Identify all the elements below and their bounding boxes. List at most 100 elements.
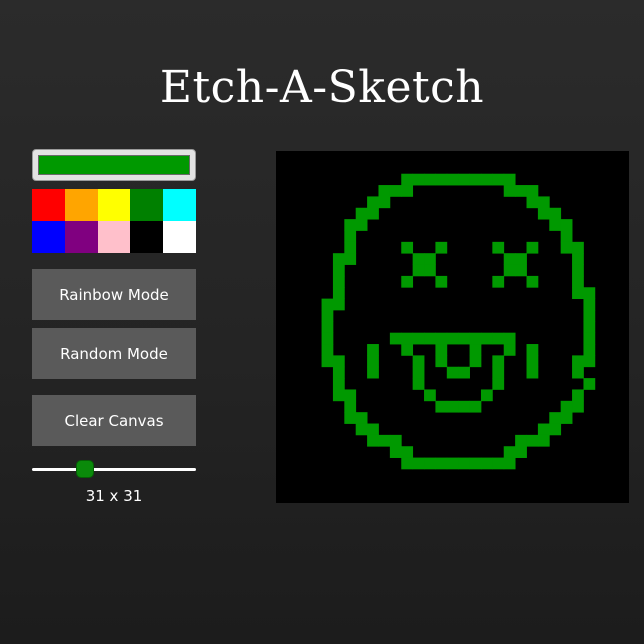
- painted-cell[interactable]: [367, 207, 379, 220]
- painted-cell[interactable]: [572, 400, 584, 413]
- painted-cell[interactable]: [446, 457, 459, 470]
- painted-cell[interactable]: [549, 423, 562, 436]
- painted-cell[interactable]: [435, 173, 448, 186]
- rainbow-mode-button[interactable]: Rainbow Mode: [32, 269, 196, 320]
- painted-cell[interactable]: [446, 366, 459, 379]
- painted-cell[interactable]: [583, 378, 596, 390]
- painted-cell[interactable]: [424, 253, 436, 265]
- painted-cell[interactable]: [526, 275, 539, 288]
- painted-cell[interactable]: [435, 344, 448, 356]
- painted-cell[interactable]: [458, 173, 470, 186]
- painted-cell[interactable]: [583, 344, 596, 356]
- painted-cell[interactable]: [515, 446, 527, 458]
- painted-cell[interactable]: [469, 355, 482, 368]
- grid-size-slider[interactable]: [32, 459, 196, 479]
- painted-cell[interactable]: [424, 173, 436, 186]
- palette-color-black[interactable]: [130, 221, 164, 253]
- painted-cell[interactable]: [446, 173, 459, 186]
- palette-color-orange[interactable]: [64, 189, 98, 221]
- painted-cell[interactable]: [458, 332, 470, 345]
- painted-cell[interactable]: [367, 196, 379, 209]
- painted-cell[interactable]: [367, 434, 379, 447]
- painted-cell[interactable]: [401, 185, 414, 197]
- painted-cell[interactable]: [526, 434, 539, 447]
- painted-cell[interactable]: [572, 241, 584, 254]
- painted-cell[interactable]: [503, 264, 516, 277]
- painted-cell[interactable]: [344, 253, 357, 265]
- painted-cell[interactable]: [503, 173, 516, 186]
- painted-cell[interactable]: [560, 241, 573, 254]
- painted-cell[interactable]: [492, 241, 505, 254]
- painted-cell[interactable]: [367, 344, 379, 356]
- painted-cell[interactable]: [321, 355, 334, 368]
- painted-cell[interactable]: [424, 264, 436, 277]
- painted-cell[interactable]: [332, 366, 345, 379]
- painted-cell[interactable]: [503, 332, 516, 345]
- painted-cell[interactable]: [332, 264, 345, 277]
- painted-cell[interactable]: [401, 446, 414, 458]
- painted-cell[interactable]: [446, 400, 459, 413]
- painted-cell[interactable]: [435, 400, 448, 413]
- painted-cell[interactable]: [355, 207, 368, 220]
- palette-color-green[interactable]: [130, 189, 164, 221]
- painted-cell[interactable]: [526, 344, 539, 356]
- painted-cell[interactable]: [401, 332, 414, 345]
- painted-cell[interactable]: [503, 446, 516, 458]
- painted-cell[interactable]: [321, 309, 334, 322]
- painted-cell[interactable]: [332, 275, 345, 288]
- painted-cell[interactable]: [435, 275, 448, 288]
- painted-cell[interactable]: [469, 400, 482, 413]
- painted-cell[interactable]: [332, 287, 345, 300]
- painted-cell[interactable]: [321, 332, 334, 345]
- painted-cell[interactable]: [355, 219, 368, 231]
- painted-cell[interactable]: [503, 457, 516, 470]
- painted-cell[interactable]: [526, 196, 539, 209]
- painted-cell[interactable]: [412, 378, 425, 390]
- painted-cell[interactable]: [389, 446, 402, 458]
- painted-cell[interactable]: [526, 355, 539, 368]
- painted-cell[interactable]: [321, 344, 334, 356]
- painted-cell[interactable]: [389, 185, 402, 197]
- painted-cell[interactable]: [401, 173, 414, 186]
- painted-cell[interactable]: [321, 298, 334, 311]
- painted-cell[interactable]: [583, 332, 596, 345]
- painted-cell[interactable]: [492, 332, 505, 345]
- painted-cell[interactable]: [537, 423, 550, 436]
- painted-cell[interactable]: [412, 264, 425, 277]
- painted-cell[interactable]: [469, 332, 482, 345]
- slider-thumb[interactable]: [76, 460, 95, 478]
- painted-cell[interactable]: [367, 355, 379, 368]
- painted-cell[interactable]: [492, 378, 505, 390]
- painted-cell[interactable]: [583, 287, 596, 300]
- painted-cell[interactable]: [412, 366, 425, 379]
- painted-cell[interactable]: [446, 332, 459, 345]
- painted-cell[interactable]: [332, 378, 345, 390]
- painted-cell[interactable]: [367, 366, 379, 379]
- painted-cell[interactable]: [572, 253, 584, 265]
- painted-cell[interactable]: [583, 309, 596, 322]
- random-mode-button[interactable]: Random Mode: [32, 328, 196, 379]
- sketch-canvas[interactable]: [276, 151, 629, 503]
- palette-color-yellow[interactable]: [97, 189, 131, 221]
- painted-cell[interactable]: [344, 389, 357, 402]
- painted-cell[interactable]: [412, 457, 425, 470]
- painted-cell[interactable]: [469, 173, 482, 186]
- painted-cell[interactable]: [332, 355, 345, 368]
- painted-cell[interactable]: [332, 298, 345, 311]
- painted-cell[interactable]: [412, 332, 425, 345]
- painted-cell[interactable]: [378, 185, 391, 197]
- painted-cell[interactable]: [355, 412, 368, 424]
- palette-color-blue[interactable]: [32, 221, 65, 253]
- painted-cell[interactable]: [560, 400, 573, 413]
- painted-cell[interactable]: [367, 423, 379, 436]
- painted-cell[interactable]: [332, 389, 345, 402]
- painted-cell[interactable]: [492, 457, 505, 470]
- canvas-grid[interactable]: [276, 151, 629, 503]
- painted-cell[interactable]: [583, 321, 596, 334]
- painted-cell[interactable]: [412, 253, 425, 265]
- painted-cell[interactable]: [344, 400, 357, 413]
- painted-cell[interactable]: [480, 457, 493, 470]
- slider-track[interactable]: [32, 468, 196, 471]
- painted-cell[interactable]: [435, 457, 448, 470]
- painted-cell[interactable]: [526, 366, 539, 379]
